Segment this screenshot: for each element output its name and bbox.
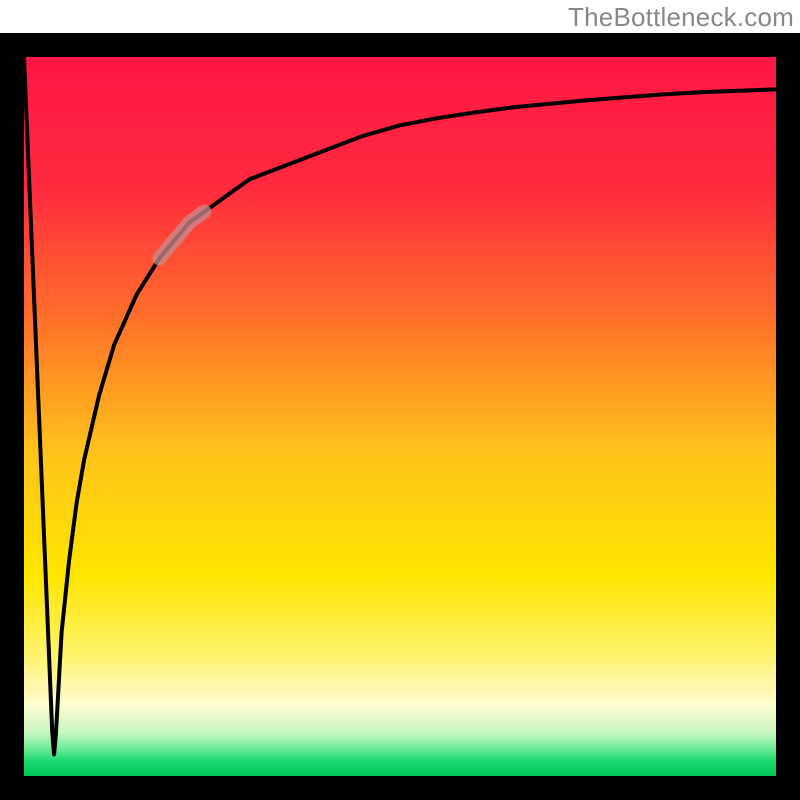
plot-background bbox=[24, 57, 776, 776]
watermark-text: TheBottleneck.com bbox=[568, 2, 794, 33]
bottleneck-chart bbox=[0, 0, 800, 800]
